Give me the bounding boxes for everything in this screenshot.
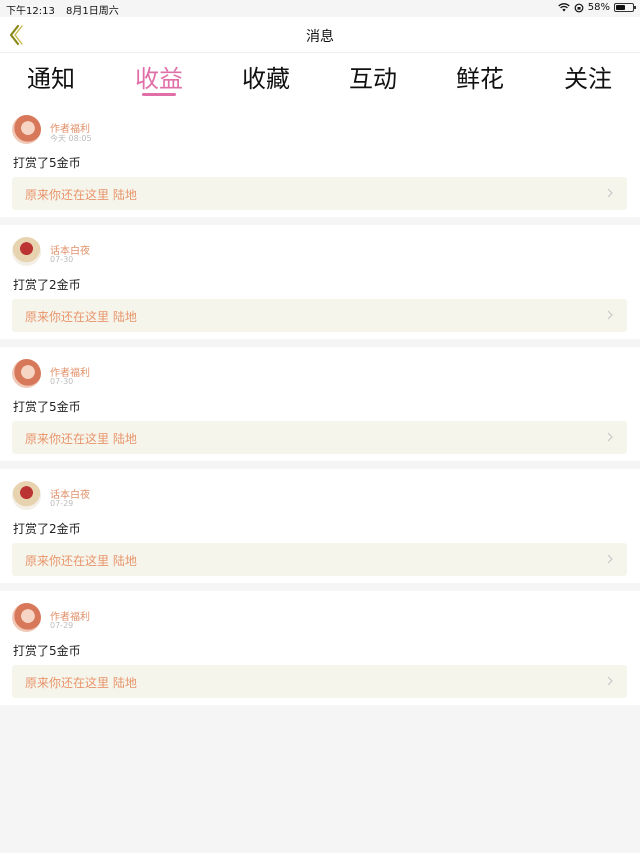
list-item: 话本白夜 07-30 打赏了2金币 原来你还在这里 陆地 (0, 225, 640, 339)
list-item: 作者福利 今天 08:05 打赏了5金币 原来你还在这里 陆地 (0, 103, 640, 217)
timestamp: 今天 08:05 (50, 134, 92, 143)
work-title: 原来你还在这里 陆地 (25, 554, 137, 568)
work-link[interactable]: 原来你还在这里 陆地 (12, 543, 627, 576)
nav-bar: 消息 (0, 17, 640, 53)
tab-notifications[interactable]: 通知 (11, 59, 91, 94)
timestamp: 07-30 (50, 255, 74, 264)
chevron-right-icon (607, 554, 613, 564)
avatar[interactable] (12, 115, 41, 144)
battery-percent: 58% (587, 2, 610, 13)
tab-interactions[interactable]: 互动 (333, 59, 413, 94)
tab-favorites[interactable]: 收藏 (226, 59, 306, 94)
timestamp: 07-29 (50, 621, 74, 630)
timestamp: 07-30 (50, 377, 74, 386)
tab-earnings[interactable]: 收益 (119, 59, 199, 94)
reward-text: 打赏了2金币 (13, 522, 81, 536)
page-title: 消息 (306, 29, 334, 45)
status-bar: 下午12:13 8月1日周六 58% (0, 0, 640, 17)
reward-text: 打赏了2金币 (13, 278, 81, 292)
list-item: 话本白夜 07-29 打赏了2金币 原来你还在这里 陆地 (0, 469, 640, 583)
work-link[interactable]: 原来你还在这里 陆地 (12, 665, 627, 698)
work-link[interactable]: 原来你还在这里 陆地 (12, 299, 627, 332)
rotation-lock-icon (574, 3, 584, 12)
active-tab-indicator (142, 93, 176, 96)
work-title: 原来你还在这里 陆地 (25, 188, 137, 202)
work-title: 原来你还在这里 陆地 (25, 676, 137, 690)
chevron-right-icon (607, 676, 613, 686)
work-title: 原来你还在这里 陆地 (25, 310, 137, 324)
battery-fill (616, 5, 626, 10)
tab-following[interactable]: 关注 (548, 59, 628, 94)
list-item: 作者福利 07-30 打赏了5金币 原来你还在这里 陆地 (0, 347, 640, 461)
earnings-list: 作者福利 今天 08:05 打赏了5金币 原来你还在这里 陆地 话本白夜 07-… (0, 103, 640, 713)
chevron-right-icon (607, 188, 613, 198)
status-date: 8月1日周六 (66, 6, 119, 17)
list-item: 作者福利 07-29 打赏了5金币 原来你还在这里 陆地 (0, 591, 640, 705)
reward-text: 打赏了5金币 (13, 156, 81, 170)
status-left: 下午12:13 8月1日周六 (6, 2, 127, 17)
status-time: 下午12:13 (6, 6, 55, 17)
avatar[interactable] (12, 481, 41, 510)
work-link[interactable]: 原来你还在这里 陆地 (12, 177, 627, 210)
battery-icon (614, 3, 636, 12)
reward-text: 打赏了5金币 (13, 644, 81, 658)
reward-text: 打赏了5金币 (13, 400, 81, 414)
avatar[interactable] (12, 237, 41, 266)
work-link[interactable]: 原来你还在这里 陆地 (12, 421, 627, 454)
chevron-right-icon (607, 432, 613, 442)
avatar[interactable] (12, 603, 41, 632)
tab-flowers[interactable]: 鲜花 (440, 59, 520, 94)
timestamp: 07-29 (50, 499, 74, 508)
wifi-icon (558, 3, 570, 12)
status-right: 58% (558, 2, 636, 13)
chevron-right-icon (607, 310, 613, 320)
avatar[interactable] (12, 359, 41, 388)
tab-bar: 通知 收益 收藏 互动 鲜花 关注 (0, 53, 640, 103)
work-title: 原来你还在这里 陆地 (25, 432, 137, 446)
